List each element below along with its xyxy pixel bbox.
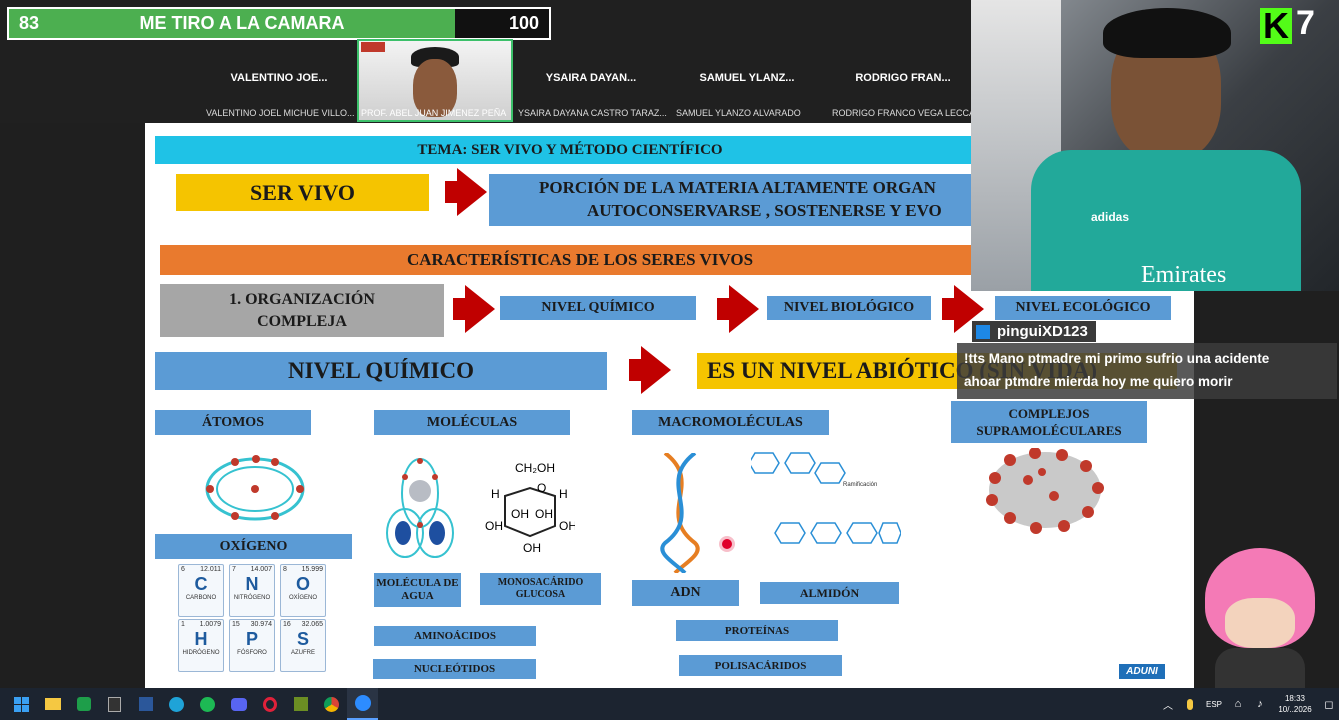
aduni-logo: ADUNI <box>1119 664 1165 679</box>
water-label: MOLÉCULA DE AGUA <box>374 573 461 607</box>
language-indicator[interactable]: ESP <box>1201 688 1227 720</box>
jersey: adidas Emirates <box>1031 150 1301 291</box>
adn-label: ADN <box>632 580 739 606</box>
windows-taskbar: ︿ ESP ⌂ ♪ 18:33 10/..2026 ◻ <box>0 688 1339 720</box>
vote-title: ME TIRO A LA CAMARA <box>139 13 345 33</box>
nivel-quimico-box: NIVEL QUÍMICO <box>500 296 696 320</box>
chat-badge-icon <box>976 324 990 339</box>
nivel-quimico-title: NIVEL QUÍMICO <box>155 352 607 390</box>
epic-games-icon[interactable] <box>99 688 130 720</box>
chat-message: !tts Mano ptmadre mi primo sufrio una ac… <box>957 343 1337 399</box>
svg-text:OH: OH <box>485 519 503 533</box>
vote-bar: 83 ME TIRO A LA CAMARA 100 <box>7 7 551 40</box>
opera-icon[interactable] <box>254 688 285 720</box>
network-icon[interactable]: ⌂ <box>1227 688 1249 720</box>
participant-fullname: SAMUEL YLANZO ALVARADO <box>676 108 801 118</box>
streamer-webcam: adidas Emirates K 7 <box>971 0 1339 291</box>
participant-fullname: YSAIRA DAYANA CASTRO TARAZ... <box>518 108 667 118</box>
notification-icon[interactable]: ◻ <box>1319 688 1339 720</box>
viewer-count: 7 <box>1296 4 1315 42</box>
participant-name[interactable]: YSAIRA DAYAN... <box>516 72 666 84</box>
element-tile: 16 32.065 S AZUFRE <box>280 619 326 672</box>
svg-text:H: H <box>491 487 500 501</box>
vote-right-count: 100 <box>508 13 539 33</box>
app-icon[interactable] <box>68 688 99 720</box>
vote-left-count: 83 <box>19 13 40 33</box>
element-tile: 1 1.0079 H HIDRÓGENO <box>178 619 224 672</box>
chrome-icon[interactable] <box>316 688 347 720</box>
file-explorer-icon[interactable] <box>37 688 68 720</box>
glucose-label: MONOSACÁRIDO GLUCOSA <box>480 573 601 605</box>
minecraft-icon[interactable] <box>285 688 316 720</box>
volume-icon[interactable]: ♪ <box>1249 688 1271 720</box>
dna-helix <box>660 453 700 573</box>
element-tile: 6 12.011 C CARBONO <box>178 564 224 617</box>
atom-diagram <box>205 455 305 521</box>
participant-name[interactable]: SAMUEL YLANZ... <box>672 72 822 84</box>
element-tile: 8 15.999 O OXÍGENO <box>280 564 326 617</box>
element-tile: 7 14.007 N NITRÓGENO <box>229 564 275 617</box>
svg-text:H: H <box>559 487 568 501</box>
svg-text:CH₂OH: CH₂OH <box>515 461 555 475</box>
svg-text:Ramificación: Ramificación <box>843 482 877 488</box>
kick-logo-icon: K <box>1260 8 1292 44</box>
logo-icon <box>361 42 385 52</box>
glucose-diagram: CH₂OH O OH OH OH OH OH H H <box>485 461 575 555</box>
ser-vivo-box: SER VIVO <box>176 174 429 211</box>
windows-start-icon[interactable] <box>6 688 37 720</box>
arrow-icon <box>641 346 671 394</box>
definition-box: PORCIÓN DE LA MATERIA ALTAMENTE ORGAN AU… <box>489 174 989 226</box>
nivel-biologico-box: NIVEL BIOLÓGICO <box>767 296 931 320</box>
starch-diagram: Ramificación <box>751 452 901 544</box>
svg-text:O: O <box>537 481 546 495</box>
zoom-icon[interactable] <box>347 688 378 720</box>
discord-icon[interactable] <box>223 688 254 720</box>
arrow-icon <box>457 168 487 216</box>
slide-topic: TEMA: SER VIVO Y MÉTODO CIENTÍFICO <box>155 136 985 164</box>
participant-fullname: RODRIGO FRANCO VEGA LECCA <box>832 108 976 118</box>
edge-icon[interactable] <box>161 688 192 720</box>
participant-fullname: VALENTINO JOEL MICHUE VILLO... <box>206 108 355 118</box>
laser-pointer <box>722 539 732 549</box>
aminoacidos-label: AMINOÁCIDOS <box>374 626 536 646</box>
svg-text:OH: OH <box>511 507 529 521</box>
moleculas-label: MOLÉCULAS <box>374 410 570 435</box>
nucleotidos-label: NUCLEÓTIDOS <box>373 659 536 679</box>
arrow-icon <box>729 285 759 333</box>
chevron-up-icon[interactable]: ︿ <box>1157 688 1179 720</box>
proteinas-label: PROTEÍNAS <box>676 620 838 641</box>
complejos-label: COMPLEJOS SUPRAMOLÉCULARES <box>951 401 1147 443</box>
arrow-icon <box>465 285 495 333</box>
chat-user: pinguiXD123 <box>972 321 1096 342</box>
polisacaridos-label: POLISACÁRIDOS <box>679 655 842 676</box>
water-molecule <box>386 458 454 558</box>
organization-box: 1. ORGANIZACIÓN COMPLEJA <box>160 284 444 337</box>
participant-fullname: PROF. ABEL JUAN JIMENEZ PEÑA <box>361 108 507 118</box>
atomos-label: ÁTOMOS <box>155 410 311 435</box>
anime-character <box>1185 548 1329 688</box>
oxigeno-label: OXÍGENO <box>155 534 352 559</box>
periodic-elements: 6 12.011 C CARBONO 7 14.007 N NITRÓGENO 8 15.99… <box>178 564 326 672</box>
macromoleculas-label: MACROMOLÉCULAS <box>632 410 829 435</box>
participant-name[interactable]: RODRIGO FRAN... <box>828 72 978 84</box>
spotify-icon[interactable] <box>192 688 223 720</box>
virus-illustration <box>986 448 1104 534</box>
microphone-icon[interactable] <box>1179 688 1201 720</box>
svg-text:OH: OH <box>523 541 541 555</box>
svg-text:OH: OH <box>535 507 553 521</box>
participant-name[interactable]: VALENTINO JOE... <box>204 72 354 84</box>
almidon-label: ALMIDÓN <box>760 582 899 604</box>
word-icon[interactable] <box>130 688 161 720</box>
characteristics-header: CARACTERÍSTICAS DE LOS SERES VIVOS <box>160 245 1000 275</box>
svg-text:OH: OH <box>559 519 575 533</box>
element-tile: 15 30.974 P FÓSFORO <box>229 619 275 672</box>
clock[interactable]: 18:33 10/..2026 <box>1271 693 1319 715</box>
nivel-ecologico-box: NIVEL ECOLÓGICO <box>995 296 1171 320</box>
